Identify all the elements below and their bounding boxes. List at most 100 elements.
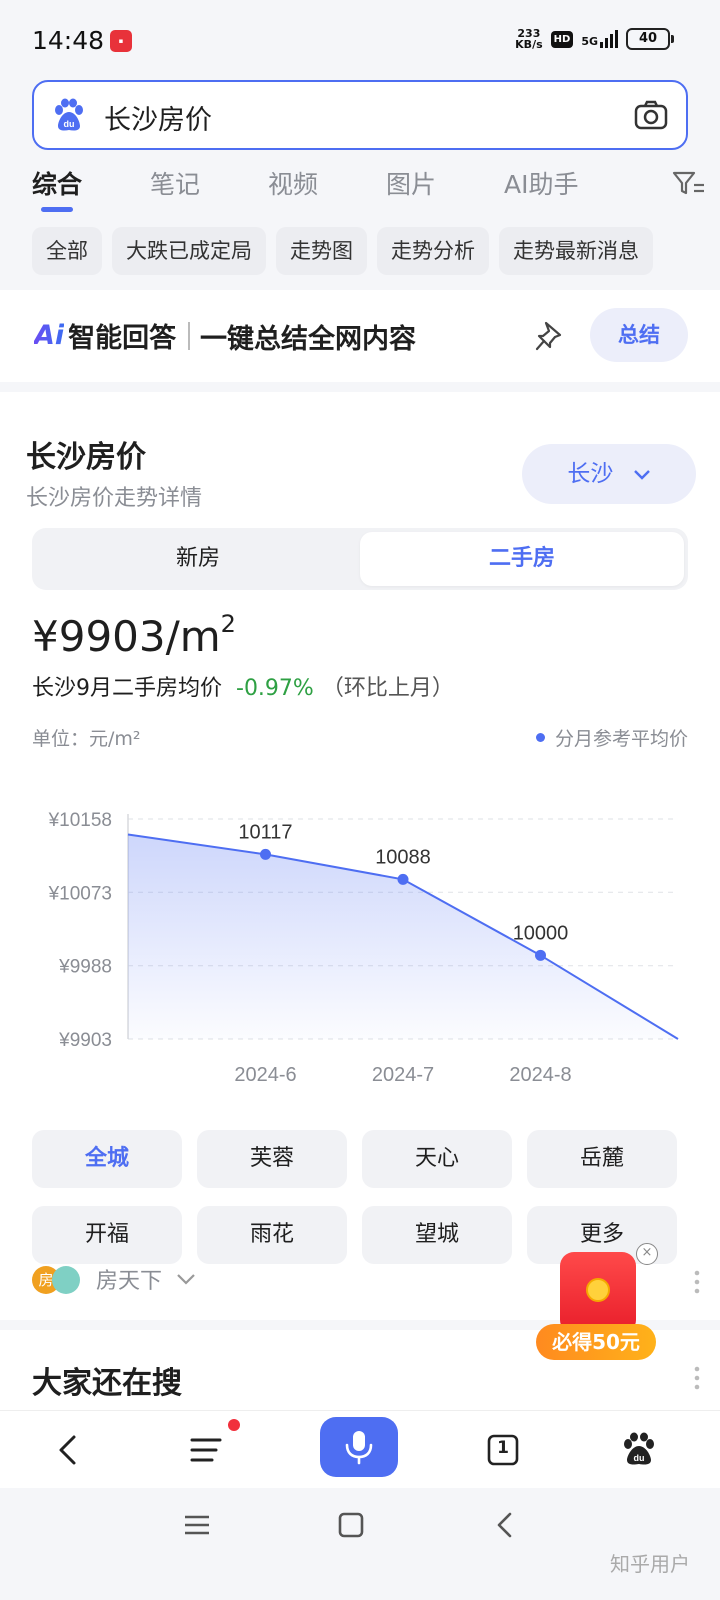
active-tab-indicator: [41, 207, 73, 212]
district-button[interactable]: 芙蓉: [197, 1130, 347, 1188]
system-navigation-bar: [0, 1488, 720, 1600]
price-change: -0.97%: [236, 676, 314, 701]
home-icon[interactable]: [336, 1510, 366, 1540]
average-price: ¥9903/m2: [32, 610, 236, 661]
district-button[interactable]: 望城: [362, 1206, 512, 1264]
segment-second-hand[interactable]: 二手房: [360, 532, 684, 586]
district-button[interactable]: 天心: [362, 1130, 512, 1188]
data-label: 10088: [375, 846, 431, 868]
status-indicators: 233 KB/s HD 5G 40: [515, 28, 674, 50]
price-compare: （环比上月）: [321, 676, 454, 701]
coin-icon: [586, 1278, 610, 1302]
district-button[interactable]: 雨花: [197, 1206, 347, 1264]
chip-suggestion[interactable]: 大跌已成定局: [112, 227, 266, 275]
red-packet-promo[interactable]: × 必得50元: [536, 1240, 668, 1362]
city-dropdown[interactable]: 长沙: [522, 444, 696, 504]
pin-icon[interactable]: [534, 320, 564, 352]
ai-answer-card: Ai 智能回答 一键总结全网内容 总结: [0, 290, 720, 382]
camera-icon[interactable]: [634, 99, 668, 131]
microphone-icon: [345, 1431, 373, 1465]
section-title: 大家还在搜: [32, 1366, 182, 1401]
system-back-icon[interactable]: [490, 1510, 520, 1540]
notification-dot: [228, 1419, 240, 1431]
ai-logo-mark: Ai: [34, 320, 65, 351]
chip-suggestion[interactable]: 走势图: [276, 227, 367, 275]
signal-icon: 5G: [581, 30, 618, 48]
house-price-card: 长沙房价 长沙房价走势详情 长沙 新房 二手房 ¥9903/m2 长沙9月二手房…: [0, 392, 720, 1320]
chip-suggestion[interactable]: 走势最新消息: [499, 227, 653, 275]
tab-videos[interactable]: 视频: [268, 165, 318, 201]
y-tick-label: ¥9988: [58, 957, 112, 978]
divider: [188, 322, 190, 350]
source-row[interactable]: 房 房天下: [32, 1262, 196, 1296]
recent-apps-icon[interactable]: [182, 1510, 212, 1540]
house-type-segment: 新房 二手房: [32, 528, 688, 590]
close-icon[interactable]: ×: [636, 1243, 658, 1265]
chevron-down-icon: [177, 1274, 195, 1285]
unit-label: 单位：元/m²: [32, 728, 141, 750]
filter-icon[interactable]: [672, 169, 706, 199]
data-point: [535, 949, 546, 961]
segment-new-house[interactable]: 新房: [36, 532, 360, 586]
price-trend-chart: ¥10158 ¥10073 ¥9988 ¥9903 10117 2024-6 10088 20…: [48, 810, 679, 1086]
tab-notes[interactable]: 笔记: [150, 165, 200, 201]
more-options-icon[interactable]: [694, 1270, 700, 1294]
y-tick-label: ¥9903: [58, 1030, 112, 1051]
x-tick-label: 2024-8: [509, 1064, 571, 1086]
network-speed-unit: KB/s: [515, 38, 543, 51]
price-description: 长沙9月二手房均价 -0.97% （环比上月）: [32, 670, 454, 702]
summary-button[interactable]: 总结: [590, 308, 688, 362]
data-point: [260, 848, 271, 860]
card-title: 长沙房价: [26, 440, 146, 475]
voice-search-button[interactable]: [320, 1417, 398, 1477]
baidu-home-icon[interactable]: du: [614, 1425, 664, 1475]
query-suggestion-chips: 全部 大跌已成定局 走势图 走势分析 走势最新消息: [32, 227, 720, 275]
app-notification-icon: ▪: [110, 30, 132, 52]
legend-dot: [535, 733, 545, 742]
network-type: 5G: [581, 35, 598, 48]
x-tick-label: 2024-6: [234, 1064, 296, 1086]
legend-label: 分月参考平均价: [554, 728, 688, 750]
chip-suggestion[interactable]: 走势分析: [377, 227, 489, 275]
district-button[interactable]: 全城: [32, 1130, 182, 1188]
y-tick-label: ¥10158: [48, 810, 112, 831]
x-tick-label: 2024-7: [372, 1064, 434, 1086]
status-time: 14:48: [32, 26, 105, 55]
tab-all[interactable]: 综合: [32, 165, 82, 201]
source-name: 房天下: [96, 1269, 163, 1294]
ai-answer-logo: Ai 智能回答: [34, 316, 176, 355]
data-point: [397, 873, 409, 885]
search-tabs: 综合 笔记 视频 图片 AI助手: [0, 165, 720, 215]
baidu-paw-icon: du: [55, 98, 83, 131]
watermark: 知乎用户: [610, 1552, 690, 1576]
ai-logo-text: 智能回答: [68, 323, 177, 354]
tab-images[interactable]: 图片: [386, 165, 436, 201]
svg-text:du: du: [634, 1453, 645, 1463]
chevron-down-icon: [633, 469, 650, 480]
red-packet-label: 必得50元: [536, 1324, 656, 1360]
district-button[interactable]: 开福: [32, 1206, 182, 1264]
bottom-toolbar: 1 du: [0, 1410, 720, 1488]
search-input[interactable]: 长沙房价: [104, 98, 212, 137]
more-options-icon[interactable]: [694, 1366, 700, 1390]
source-logo: 房: [32, 1264, 88, 1294]
chart-legend: 分月参考平均价: [535, 724, 688, 751]
ai-tagline: 一键总结全网内容: [200, 324, 416, 355]
y-tick-label: ¥10073: [48, 883, 112, 904]
menu-icon[interactable]: [182, 1425, 232, 1475]
hd-icon: HD: [550, 30, 574, 48]
back-icon[interactable]: [44, 1425, 94, 1475]
district-button[interactable]: 岳麓: [527, 1130, 677, 1188]
tab-ai-assistant[interactable]: AI助手: [504, 165, 578, 201]
chip-all[interactable]: 全部: [32, 227, 102, 275]
status-bar: 14:48 ▪ 233 KB/s HD 5G 40: [0, 0, 720, 80]
average-price-unit-exp: 2: [220, 610, 236, 638]
data-label: 10000: [513, 922, 569, 944]
network-speed: 233 KB/s: [515, 28, 542, 50]
battery-icon: 40: [626, 28, 674, 50]
data-label: 10117: [238, 821, 292, 843]
card-subtitle: 长沙房价走势详情: [26, 486, 203, 511]
average-price-value: ¥9903/m: [32, 612, 221, 661]
search-box[interactable]: du 长沙房价: [32, 80, 688, 150]
tabs-button[interactable]: 1: [478, 1425, 528, 1475]
